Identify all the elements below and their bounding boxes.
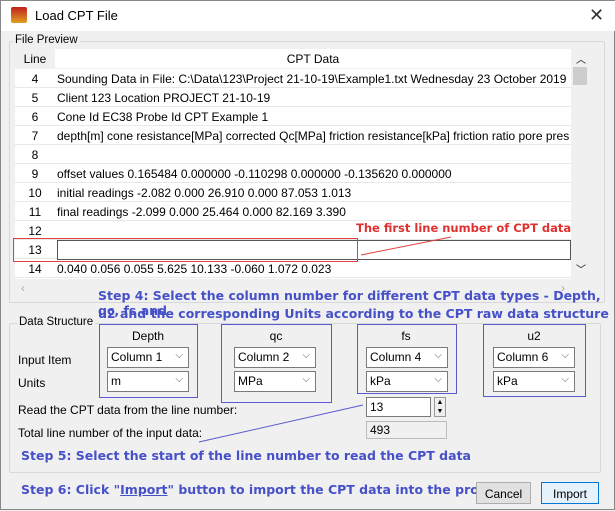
- u2-column-select[interactable]: Column 6 ⌵: [493, 347, 575, 368]
- select-value: m: [111, 374, 121, 388]
- step6-pre: Step 6: Click ": [21, 482, 121, 497]
- u2-units-select[interactable]: kPa ⌵: [493, 371, 575, 392]
- chevron-down-icon: ⌵: [561, 374, 569, 385]
- read-from-label: Read the CPT data from the line number:: [18, 403, 238, 417]
- chevron-down-icon: ⌵: [302, 350, 310, 361]
- step6-import: Import: [120, 482, 168, 497]
- input-item-label: Input Item: [18, 353, 72, 367]
- chevron-down-icon: ⌵: [434, 350, 442, 361]
- select-value: kPa: [497, 374, 518, 388]
- chevron-down-icon: ⌵: [434, 374, 442, 385]
- red-pointer-line: [360, 236, 452, 256]
- qc-column-select[interactable]: Column 2 ⌵: [234, 347, 316, 368]
- select-value: Column 4: [370, 350, 422, 364]
- cancel-button[interactable]: Cancel: [476, 482, 531, 504]
- data-structure-label: Data Structure: [17, 316, 96, 328]
- column-heading-fs: fs: [401, 329, 411, 343]
- select-value: kPa: [370, 374, 391, 388]
- step4-text-2: u2 and the corresponding Units according…: [98, 306, 609, 321]
- chevron-down-icon: ⌵: [302, 374, 310, 385]
- qc-units-select[interactable]: MPa ⌵: [234, 371, 316, 392]
- select-value: Column 6: [497, 350, 549, 364]
- fs-units-select[interactable]: kPa ⌵: [366, 371, 448, 392]
- select-value: Column 2: [238, 350, 290, 364]
- depth-column-select[interactable]: Column 1 ⌵: [107, 347, 189, 368]
- units-label: Units: [18, 376, 46, 390]
- read-from-spinner[interactable]: ▲ ▼: [434, 397, 446, 417]
- chevron-down-icon: ⌵: [175, 374, 183, 385]
- select-value: MPa: [238, 374, 263, 388]
- step5-text: Step 5: Select the start of the line num…: [21, 448, 471, 463]
- select-value: Column 1: [111, 350, 163, 364]
- column-heading-qc: qc: [269, 329, 283, 343]
- column-heading-depth: Depth: [131, 329, 165, 343]
- chevron-down-icon: ⌵: [175, 350, 183, 361]
- fs-column-select[interactable]: Column 4 ⌵: [366, 347, 448, 368]
- step6-text: Step 6: Click "Import" button to import …: [21, 482, 515, 497]
- chevron-down-icon: ⌵: [561, 350, 569, 361]
- column-heading-u2: u2: [527, 329, 541, 343]
- import-button[interactable]: Import: [541, 482, 599, 504]
- depth-units-select[interactable]: m ⌵: [107, 371, 189, 392]
- total-lines-value: 493: [366, 421, 447, 439]
- total-lines-label: Total line number of the input data:: [18, 426, 203, 440]
- step6-post: " button to import the CPT data into the…: [167, 482, 516, 497]
- read-from-input[interactable]: 13: [366, 397, 431, 417]
